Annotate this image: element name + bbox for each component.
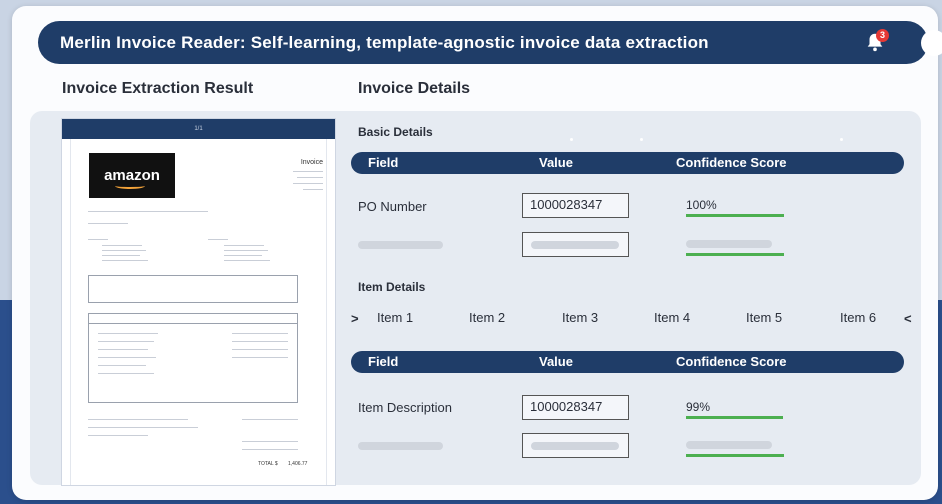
tab-item-3[interactable]: Item 3 (562, 310, 598, 325)
text-line (242, 419, 298, 420)
item-tabs: > Item 1 Item 2 Item 3 Item 4 Item 5 Ite… (345, 308, 915, 328)
text-line (242, 449, 298, 450)
basic-details-title: Basic Details (358, 125, 433, 139)
value-placeholder (522, 433, 629, 458)
column-field: Field (368, 354, 399, 369)
tab-item-5[interactable]: Item 5 (746, 310, 782, 325)
text-line (232, 341, 288, 342)
chevron-left-icon[interactable]: < (904, 311, 912, 326)
text-line (98, 333, 158, 334)
po-number-score-bar (686, 214, 784, 217)
column-confidence: Confidence Score (676, 155, 787, 170)
page-indicator: 1/1 (62, 119, 335, 139)
text-line (297, 177, 323, 178)
basic-details-header: Field Value Confidence Score (351, 152, 904, 174)
text-line (98, 357, 156, 358)
po-number-value[interactable]: 1000028347 (522, 193, 629, 218)
text-line (102, 250, 146, 251)
text-line (102, 260, 148, 261)
text-line (293, 183, 323, 184)
notification-badge: 3 (876, 29, 889, 42)
order-info-table (88, 275, 298, 303)
decor-dot (570, 138, 573, 141)
text-line (88, 435, 148, 436)
line-items-table (88, 313, 298, 403)
total-value: 1,406.77 (288, 461, 308, 467)
score-placeholder (686, 240, 772, 248)
field-placeholder (358, 241, 443, 249)
text-line (88, 211, 208, 212)
text-line (224, 250, 268, 251)
text-line (224, 255, 262, 256)
text-line (224, 260, 270, 261)
invoice-details-title: Invoice Details (358, 80, 471, 97)
logo-smile (115, 183, 145, 189)
po-number-label: PO Number (358, 199, 427, 214)
field-placeholder (358, 442, 443, 450)
text-line (102, 255, 140, 256)
tab-item-6[interactable]: Item 6 (840, 310, 876, 325)
item-details-title: Item Details (358, 280, 426, 294)
po-number-score: 100% (686, 198, 717, 212)
score-bar-placeholder (686, 253, 784, 256)
chevron-right-icon[interactable]: > (351, 311, 359, 326)
text-line (88, 223, 128, 224)
text-line (242, 441, 298, 442)
text-line (98, 341, 154, 342)
invoice-label: Invoice (300, 159, 323, 166)
text-line (88, 239, 108, 240)
item-description-score: 99% (686, 400, 711, 414)
decor-dot (640, 138, 643, 141)
decor-dot (840, 138, 843, 141)
item-description-value[interactable]: 1000028347 (522, 395, 629, 420)
avatar[interactable] (921, 30, 942, 56)
text-line (208, 239, 228, 240)
total-label: TOTAL $ (258, 461, 278, 467)
column-value: Value (539, 155, 573, 170)
text-line (303, 189, 323, 190)
tab-item-1[interactable]: Item 1 (377, 310, 413, 325)
table-divider (88, 323, 298, 324)
vendor-logo: amazon (89, 153, 175, 198)
app-header: Merlin Invoice Reader: Self-learning, te… (38, 21, 942, 64)
value-placeholder (522, 232, 629, 257)
invoice-preview[interactable]: 1/1 amazon Invoice TOTAL $ 1,406.77 (61, 118, 336, 486)
text-line (293, 171, 323, 172)
text-line (98, 349, 148, 350)
tab-item-4[interactable]: Item 4 (654, 310, 690, 325)
score-bar-placeholder (686, 454, 784, 457)
item-details-header: Field Value Confidence Score (351, 351, 904, 373)
text-line (232, 333, 288, 334)
text-line (98, 365, 146, 366)
app-title: Merlin Invoice Reader: Self-learning, te… (60, 32, 709, 52)
column-value: Value (539, 354, 573, 369)
score-placeholder (686, 441, 772, 449)
text-line (88, 427, 198, 428)
tab-item-2[interactable]: Item 2 (469, 310, 505, 325)
item-description-label: Item Description (358, 400, 452, 415)
text-line (102, 245, 142, 246)
item-description-score-bar (686, 416, 783, 419)
column-confidence: Confidence Score (676, 354, 787, 369)
column-field: Field (368, 155, 399, 170)
text-line (98, 373, 154, 374)
extraction-result-title: Invoice Extraction Result (62, 80, 254, 97)
text-line (88, 419, 188, 420)
text-line (232, 357, 288, 358)
text-line (224, 245, 264, 246)
text-line (232, 349, 288, 350)
